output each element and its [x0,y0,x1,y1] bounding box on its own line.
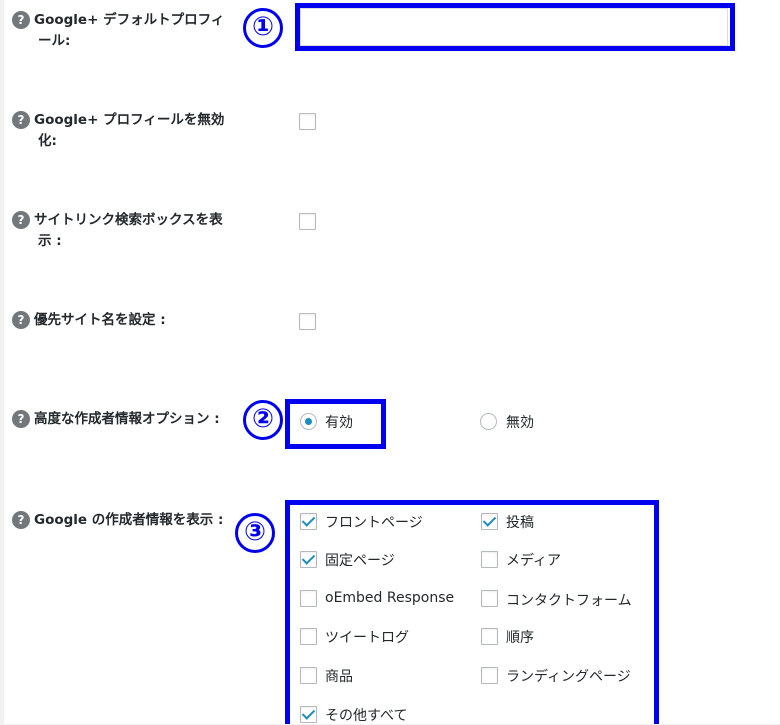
help-icon[interactable]: ? [12,511,30,529]
annotation-box-1 [295,3,735,51]
left-edge [0,0,4,724]
default-profile-label: ? Google+ デフォルトプロフィ ール: [12,10,242,52]
annotation-marker-1: ① [243,8,283,48]
help-icon[interactable]: ? [12,311,30,329]
annotation-box-2 [285,399,386,449]
help-icon[interactable]: ? [12,211,30,229]
annotation-box-3 [285,500,659,724]
advanced-author-label: ? 高度な作成者情報オプション : [12,409,242,430]
sitelink-search-checkbox[interactable] [299,213,316,230]
help-icon[interactable]: ? [12,11,30,29]
disable-profile-label: ? Google+ プロフィールを無効 化: [12,110,242,152]
help-icon[interactable]: ? [12,111,30,129]
help-icon[interactable]: ? [12,410,30,428]
preferred-site-name-label: ? 優先サイト名を設定 : [12,310,242,331]
advanced-author-disable-radio[interactable] [480,413,497,430]
annotation-marker-2: ② [243,400,283,440]
sitelink-search-label: ? サイトリンク検索ボックスを表 示 : [12,210,242,252]
show-author-label: ? Google の作成者情報を表示 : [12,510,242,531]
advanced-author-disable-label: 無効 [506,415,534,431]
disable-profile-checkbox[interactable] [299,113,316,130]
annotation-marker-3: ③ [235,513,275,553]
preferred-site-name-checkbox[interactable] [299,313,316,330]
